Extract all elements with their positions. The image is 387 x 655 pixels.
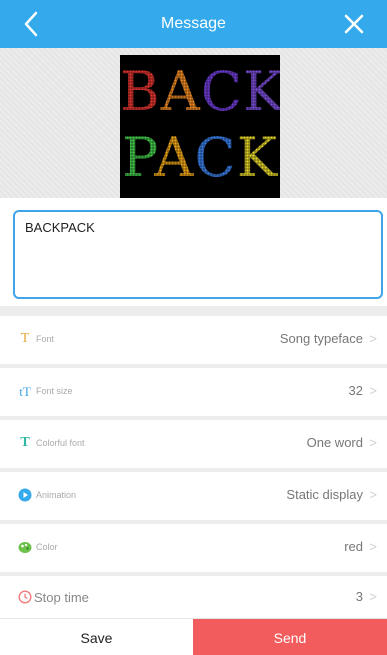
- bottom-action-bar: Save Send: [0, 618, 387, 655]
- font-size-icon: tT: [19, 383, 31, 399]
- chevron-right-icon: >: [369, 435, 377, 450]
- close-icon[interactable]: [343, 13, 365, 35]
- setting-value: One word: [306, 435, 363, 450]
- setting-label: Colorful font: [36, 438, 85, 448]
- setting-row-font-size[interactable]: tT Font size 32 >: [0, 368, 387, 416]
- chevron-right-icon: >: [369, 539, 377, 554]
- led-char: A: [160, 60, 201, 123]
- colorful-font-icon: T: [20, 435, 30, 450]
- save-button[interactable]: Save: [0, 619, 193, 655]
- setting-value: Song typeface: [279, 331, 363, 346]
- clock-icon: [18, 590, 32, 604]
- chevron-right-icon: >: [369, 331, 377, 346]
- led-char: P: [121, 126, 155, 189]
- led-line-1: BACK: [120, 65, 280, 119]
- setting-label: Font size: [36, 386, 73, 396]
- setting-label: Animation: [36, 490, 77, 500]
- animation-icon: [18, 488, 32, 502]
- setting-row-stop-time[interactable]: Stop time 3 >: [0, 576, 387, 618]
- led-char: K: [243, 60, 280, 123]
- setting-value: red: [344, 539, 363, 554]
- page-title: Message: [161, 15, 226, 32]
- section-divider: [0, 306, 387, 316]
- setting-row-font[interactable]: T Font Song typeface >: [0, 316, 387, 364]
- led-char: B: [120, 60, 161, 123]
- send-button[interactable]: Send: [193, 619, 387, 655]
- led-line-2: PACK: [120, 131, 280, 185]
- setting-row-color[interactable]: Color red >: [0, 524, 387, 572]
- color-palette-icon: [18, 542, 32, 553]
- led-char: K: [236, 126, 279, 189]
- message-textbox[interactable]: BACKPACK: [13, 210, 383, 299]
- chevron-right-icon: >: [369, 487, 377, 502]
- setting-row-colorful-font[interactable]: T Colorful font One word >: [0, 420, 387, 468]
- led-preview: BACK PACK: [120, 55, 280, 198]
- setting-value: 3: [355, 589, 363, 604]
- chevron-right-icon: >: [369, 383, 377, 398]
- setting-row-animation[interactable]: Animation Static display >: [0, 472, 387, 520]
- setting-value: 32: [348, 383, 363, 398]
- setting-value: Static display: [286, 487, 363, 502]
- message-input-area: BACKPACK: [0, 198, 387, 306]
- header-bar: Message: [0, 0, 387, 48]
- font-icon: T: [20, 331, 30, 346]
- led-char: C: [194, 126, 237, 189]
- chevron-right-icon: >: [369, 589, 377, 604]
- led-char: C: [200, 60, 244, 123]
- setting-label: Font: [36, 334, 55, 344]
- led-char: A: [154, 126, 195, 189]
- setting-label: Color: [36, 542, 58, 552]
- setting-label: Stop time: [34, 590, 89, 605]
